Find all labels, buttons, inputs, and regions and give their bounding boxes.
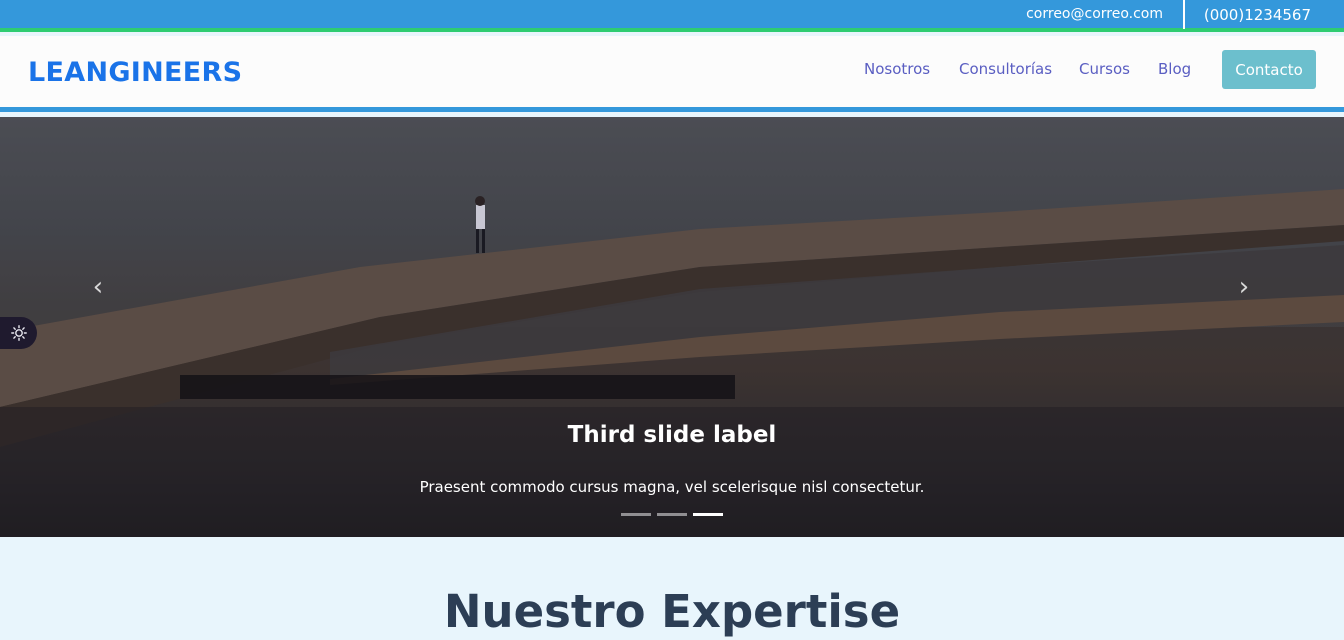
carousel-indicators [621,513,723,516]
slide-caption-title: Third slide label [567,422,777,448]
brand-logo[interactable]: LEANGINEERS [28,57,242,88]
top-contact-bar: correo@correo.com (000)1234567 [0,0,1344,32]
navbar: LEANGINEERS Nosotros Consultorías Cursos… [0,36,1344,112]
contact-phone[interactable]: (000)1234567 [1204,6,1311,24]
hero-carousel: ‹ › Third slide label Praesent commodo c… [0,117,1344,537]
chevron-left-icon[interactable]: ‹ [86,274,110,300]
chevron-right-icon[interactable]: › [1232,274,1256,300]
nav-link-cursos[interactable]: Cursos [1079,60,1130,78]
section-title: Nuestro Expertise [443,585,901,638]
slide-caption-text: Praesent commodo cursus magna, vel scele… [419,478,925,496]
contact-button[interactable]: Contacto [1222,50,1316,89]
hero-image [0,117,1344,537]
divider [1183,0,1185,29]
carousel-indicator-1[interactable] [621,513,651,516]
nav-link-consultorias[interactable]: Consultorías [959,60,1052,78]
sun-icon [10,325,27,341]
contact-email[interactable]: correo@correo.com [1026,6,1163,22]
nav-link-nosotros[interactable]: Nosotros [864,60,930,78]
carousel-indicator-3[interactable] [693,513,723,516]
nav-link-blog[interactable]: Blog [1158,60,1191,78]
theme-toggle-button[interactable] [0,317,37,349]
carousel-indicator-2[interactable] [657,513,687,516]
